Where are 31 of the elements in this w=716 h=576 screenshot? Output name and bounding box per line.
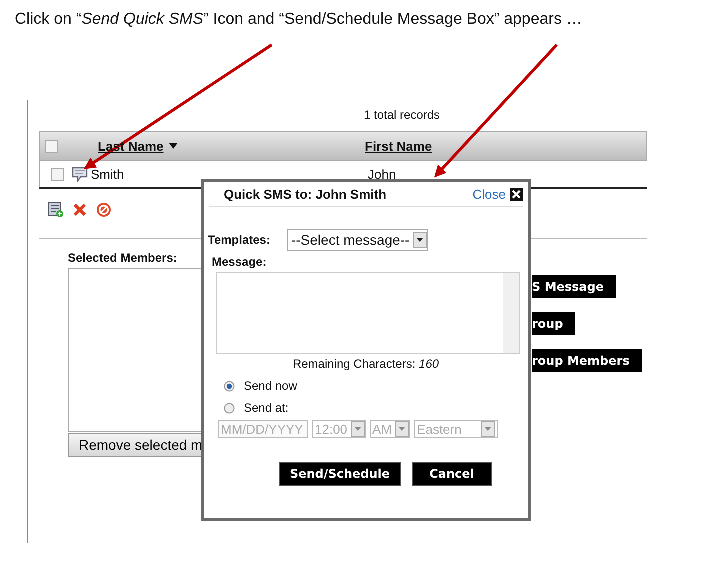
send-schedule-button[interactable]: Send/Schedule [279,462,401,486]
scrollbar[interactable] [503,273,519,353]
column-header[interactable]: First Name [365,138,432,154]
select-all-checkbox[interactable] [45,140,58,152]
remaining-characters: Remaining Characters: 160 [292,357,440,371]
table-cell: John [368,166,396,182]
records-count: 1 total records [364,108,440,122]
dialog-title: Quick SMS to: John Smith [224,186,388,202]
radio-label[interactable]: Send at: [244,401,289,415]
action-button[interactable]: S Message [532,275,616,298]
dropdown-caret-icon[interactable] [412,232,427,248]
message-label: Message: [212,255,268,269]
radio-button[interactable] [224,402,235,414]
row-checkbox[interactable] [51,168,64,180]
no-sign-icon[interactable] [96,202,112,218]
close-link[interactable]: Close [472,186,506,202]
action-button[interactable]: roup Members [532,349,642,372]
radio-label[interactable]: Send now [244,379,298,393]
delete-x-icon[interactable] [73,203,87,217]
instruction-caption: Click on “Send Quick SMS” Icon and “Send/Schedule Message Box” appears … [14,10,584,30]
templates-label: Templates: [208,233,270,247]
add-list-icon[interactable] [48,202,64,218]
sort-caret-icon[interactable] [168,143,178,149]
action-button[interactable]: roup [532,312,576,335]
cancel-button[interactable]: Cancel [412,462,492,486]
close-icon[interactable] [510,188,523,200]
selected-members-label: Selected Members: [68,251,178,267]
table-cell-text: Smith [91,166,126,182]
chat-bubble-icon[interactable] [72,166,88,182]
templates-dropdown[interactable]: --Select message-- [287,229,428,251]
radio-button[interactable] [224,380,235,392]
